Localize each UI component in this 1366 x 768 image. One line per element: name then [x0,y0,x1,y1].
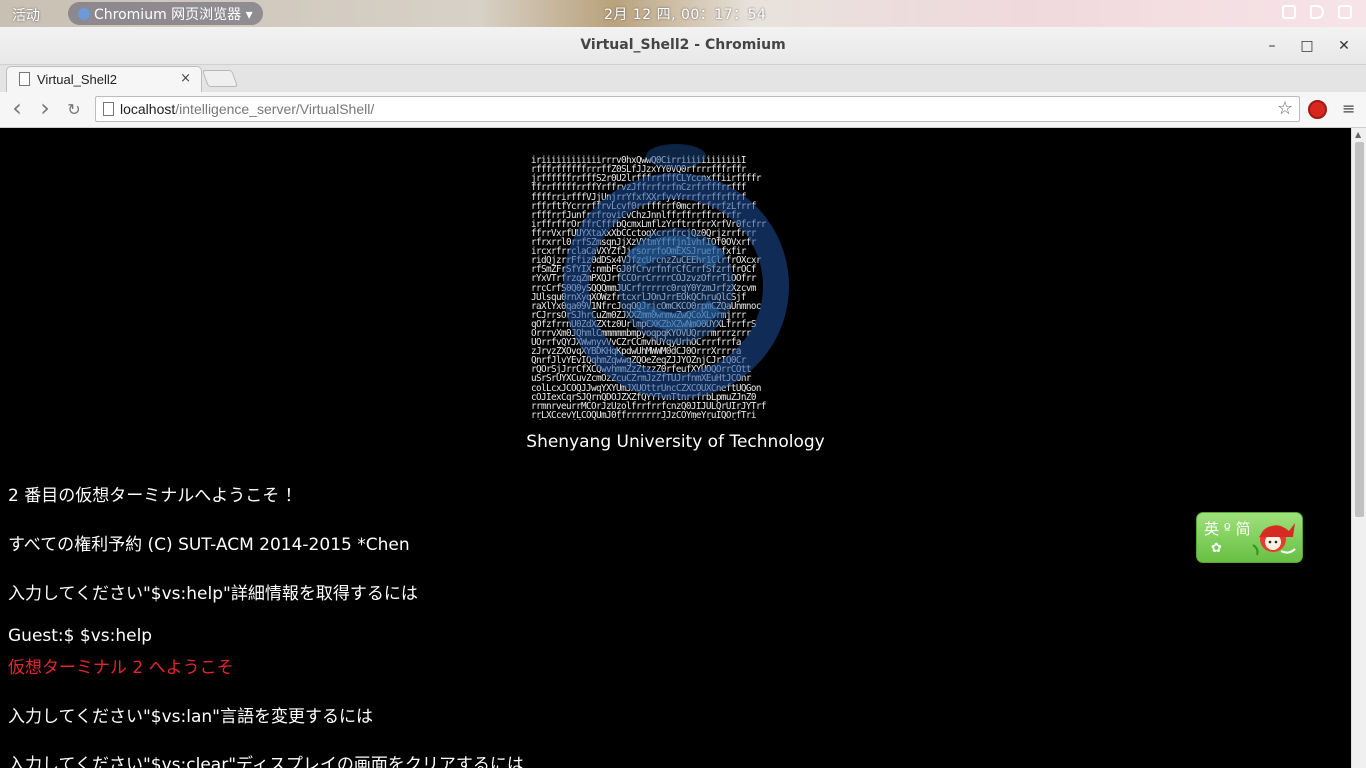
tab-strip: Virtual_Shell2 × [0,65,1366,92]
scroll-up-icon[interactable]: ▲ [1355,130,1361,139]
url-path: /intelligence_server/VirtualShell/ [175,101,375,117]
reload-button[interactable]: ↻ [63,99,85,121]
welcome-line: 2 番目の仮想ターミナルへようこそ ！ [8,486,302,506]
clear-hint-line: 入力してください"$vs:clear"ディスプレイの画面をクリアするには [8,755,524,768]
address-bar[interactable]: localhost/intelligence_server/VirtualShe… [95,96,1300,122]
chrome-menu-icon[interactable]: ≡ [1342,100,1356,118]
app-menu-button[interactable]: Chromium 网页浏览器 ▾ [68,2,263,25]
help-hint-line: 入力してください"$vs:help"詳細情報を取得するには [8,584,418,604]
terminal-page: iriiiiiiiiiiiirrrv0hxQwwQ0Cirriiiiiiiiii… [0,128,1351,768]
page-icon [19,72,30,86]
maximize-button[interactable]: □ [1297,36,1317,56]
new-tab-button[interactable] [201,70,239,87]
language-hint-line: 入力してください"$vs:lan"言語を変更するには [8,707,373,727]
copyright-line: すべての権利予約 (C) SUT-ACM 2014-2015 *Chen [8,535,410,555]
gnome-top-bar: 活动 Chromium 网页浏览器 ▾ 2月 12 四, 00：17：54 [0,0,1366,27]
battery-icon[interactable] [1338,5,1352,19]
url-host: localhost [120,101,176,117]
forward-button[interactable]: › [34,96,56,121]
ime-mascot-icon [1252,523,1296,556]
tab-close-icon[interactable]: × [180,71,191,86]
scrollbar-thumb[interactable] [1355,142,1364,517]
ascii-logo: iriiiiiiiiiiiirrrv0hxQwwQ0Cirriiiiiiiiii… [531,138,821,420]
logo-caption: Shenyang University of Technology [526,432,825,452]
ascii-logo-rows: iriiiiiiiiiiiirrrv0hxQwwQ0Cirriiiiiiiiii… [531,156,821,420]
app-menu-label: Chromium 网页浏览器 [94,7,242,23]
page-scrollbar[interactable]: ▲ [1351,128,1366,768]
minimize-button[interactable]: – [1262,36,1282,56]
back-button[interactable]: ‹ [6,96,28,121]
command-prompt-line[interactable]: Guest:$ $vs:help [8,626,152,646]
window-icon[interactable] [1282,5,1296,19]
bookmark-star-icon[interactable]: ☆ [1277,98,1293,119]
ime-settings-icon[interactable]: ✿ [1211,541,1222,556]
tab-label: Virtual_Shell2 [37,72,117,87]
url-text[interactable]: localhost/intelligence_server/VirtualShe… [120,101,374,117]
browser-toolbar: ‹ › ↻ localhost/intelligence_server/Virt… [0,92,1366,128]
window-title-bar: Virtual_Shell2 - Chromium – □ ✕ [0,27,1366,65]
close-window-button[interactable]: ✕ [1334,36,1354,56]
tab-virtual-shell2[interactable]: Virtual_Shell2 × [6,66,202,92]
window-title: Virtual_Shell2 - Chromium [580,37,786,53]
highlight-welcome-line: 仮想ターミナル 2 へようこそ [8,658,234,678]
volume-icon[interactable] [1310,5,1324,19]
activities-button[interactable]: 活动 [12,5,40,25]
clock[interactable]: 2月 12 四, 00：17：54 [604,4,766,24]
ime-status-widget[interactable]: 英 º 简 ✿ [1196,512,1303,563]
extension-icon[interactable] [1308,100,1327,119]
page-icon [103,102,114,116]
system-tray[interactable] [1282,5,1352,19]
ime-mode-label[interactable]: 英 º 简 [1204,518,1251,539]
chromium-icon [78,8,90,20]
